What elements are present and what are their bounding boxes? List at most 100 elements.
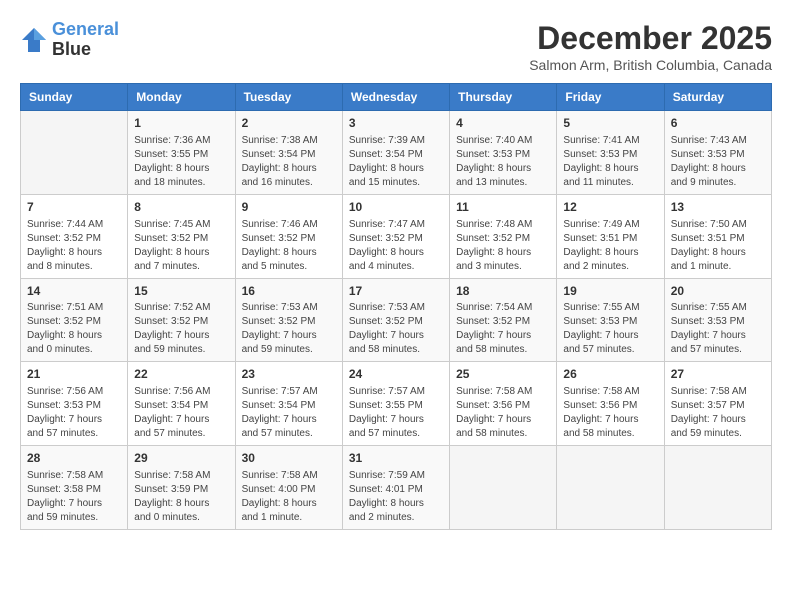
day-number: 31 bbox=[349, 450, 443, 467]
day-info: Sunrise: 7:56 AM Sunset: 3:53 PM Dayligh… bbox=[27, 385, 121, 441]
weekday-header-sunday: Sunday bbox=[21, 84, 128, 111]
calendar-week-5: 28 Sunrise: 7:58 AM Sunset: 3:58 PM Dayli… bbox=[21, 446, 772, 530]
day-info: Sunrise: 7:52 AM Sunset: 3:52 PM Dayligh… bbox=[134, 301, 228, 357]
day-number: 8 bbox=[134, 199, 228, 216]
calendar-cell bbox=[450, 446, 557, 530]
calendar-cell: 24Sunrise: 7:57 AM Sunset: 3:55 PM Dayli… bbox=[342, 362, 449, 446]
day-number: 10 bbox=[349, 199, 443, 216]
calendar-cell: 29 Sunrise: 7:58 AM Sunset: 3:59 PM Dayli… bbox=[128, 446, 235, 530]
day-number: 13 bbox=[671, 199, 765, 216]
day-info: Sunrise: 7:53 AM Sunset: 3:52 PM Dayligh… bbox=[242, 301, 336, 357]
weekday-header-thursday: Thursday bbox=[450, 84, 557, 111]
day-info: Sunrise: 7:46 AM Sunset: 3:52 PM Dayligh… bbox=[242, 218, 336, 274]
day-number: 14 bbox=[27, 283, 121, 300]
calendar-cell bbox=[664, 446, 771, 530]
day-info: Sunrise: 7:56 AM Sunset: 3:54 PM Dayligh… bbox=[134, 385, 228, 441]
weekday-header-row: SundayMondayTuesdayWednesdayThursdayFrid… bbox=[21, 84, 772, 111]
month-title: December 2025 bbox=[529, 20, 772, 57]
day-info: Sunrise: 7:50 AM Sunset: 3:51 PM Dayligh… bbox=[671, 218, 765, 274]
calendar-cell: 2 Sunrise: 7:38 AM Sunset: 3:54 PM Daylig… bbox=[235, 111, 342, 195]
day-info: Sunrise: 7:51 AM Sunset: 3:52 PM Dayligh… bbox=[27, 301, 121, 357]
weekday-header-wednesday: Wednesday bbox=[342, 84, 449, 111]
calendar-cell: 8Sunrise: 7:45 AM Sunset: 3:52 PM Daylig… bbox=[128, 194, 235, 278]
day-info: Sunrise: 7:58 AM Sunset: 3:59 PM Dayligh… bbox=[134, 469, 228, 525]
day-number: 27 bbox=[671, 366, 765, 383]
calendar-cell: 18Sunrise: 7:54 AM Sunset: 3:52 PM Dayli… bbox=[450, 278, 557, 362]
calendar-cell: 4 Sunrise: 7:40 AM Sunset: 3:53 PM Daylig… bbox=[450, 111, 557, 195]
day-info: Sunrise: 7:58 AM Sunset: 3:57 PM Dayligh… bbox=[671, 385, 765, 441]
calendar-week-2: 7Sunrise: 7:44 AM Sunset: 3:52 PM Daylig… bbox=[21, 194, 772, 278]
calendar-cell: 20Sunrise: 7:55 AM Sunset: 3:53 PM Dayli… bbox=[664, 278, 771, 362]
day-number: 18 bbox=[456, 283, 550, 300]
day-info: Sunrise: 7:39 AM Sunset: 3:54 PM Dayligh… bbox=[349, 134, 443, 190]
calendar-week-1: 1 Sunrise: 7:36 AM Sunset: 3:55 PM Daylig… bbox=[21, 111, 772, 195]
day-number: 22 bbox=[134, 366, 228, 383]
page-header: General Blue December 2025 Salmon Arm, B… bbox=[20, 20, 772, 73]
calendar-body: 1 Sunrise: 7:36 AM Sunset: 3:55 PM Daylig… bbox=[21, 111, 772, 530]
day-info: Sunrise: 7:38 AM Sunset: 3:54 PM Dayligh… bbox=[242, 134, 336, 190]
day-number: 30 bbox=[242, 450, 336, 467]
day-info: Sunrise: 7:47 AM Sunset: 3:52 PM Dayligh… bbox=[349, 218, 443, 274]
calendar-week-3: 14Sunrise: 7:51 AM Sunset: 3:52 PM Dayli… bbox=[21, 278, 772, 362]
day-number: 28 bbox=[27, 450, 121, 467]
day-number: 25 bbox=[456, 366, 550, 383]
calendar-cell: 7Sunrise: 7:44 AM Sunset: 3:52 PM Daylig… bbox=[21, 194, 128, 278]
calendar-cell: 3 Sunrise: 7:39 AM Sunset: 3:54 PM Daylig… bbox=[342, 111, 449, 195]
calendar-cell: 14Sunrise: 7:51 AM Sunset: 3:52 PM Dayli… bbox=[21, 278, 128, 362]
day-number: 1 bbox=[134, 115, 228, 132]
day-number: 4 bbox=[456, 115, 550, 132]
day-number: 2 bbox=[242, 115, 336, 132]
day-number: 12 bbox=[563, 199, 657, 216]
day-number: 29 bbox=[134, 450, 228, 467]
calendar-cell: 30 Sunrise: 7:58 AM Sunset: 4:00 PM Dayli… bbox=[235, 446, 342, 530]
day-number: 5 bbox=[563, 115, 657, 132]
calendar-cell: 31Sunrise: 7:59 AM Sunset: 4:01 PM Dayli… bbox=[342, 446, 449, 530]
calendar-table: SundayMondayTuesdayWednesdayThursdayFrid… bbox=[20, 83, 772, 530]
day-info: Sunrise: 7:58 AM Sunset: 4:00 PM Dayligh… bbox=[242, 469, 336, 525]
day-info: Sunrise: 7:57 AM Sunset: 3:54 PM Dayligh… bbox=[242, 385, 336, 441]
title-area: December 2025 Salmon Arm, British Columb… bbox=[529, 20, 772, 73]
day-info: Sunrise: 7:53 AM Sunset: 3:52 PM Dayligh… bbox=[349, 301, 443, 357]
day-info: Sunrise: 7:48 AM Sunset: 3:52 PM Dayligh… bbox=[456, 218, 550, 274]
day-info: Sunrise: 7:44 AM Sunset: 3:52 PM Dayligh… bbox=[27, 218, 121, 274]
calendar-cell: 10 Sunrise: 7:47 AM Sunset: 3:52 PM Dayli… bbox=[342, 194, 449, 278]
calendar-cell: 19Sunrise: 7:55 AM Sunset: 3:53 PM Dayli… bbox=[557, 278, 664, 362]
logo-icon bbox=[20, 26, 48, 54]
logo: General Blue bbox=[20, 20, 119, 60]
calendar-cell: 16Sunrise: 7:53 AM Sunset: 3:52 PM Dayli… bbox=[235, 278, 342, 362]
day-info: Sunrise: 7:55 AM Sunset: 3:53 PM Dayligh… bbox=[563, 301, 657, 357]
day-number: 21 bbox=[27, 366, 121, 383]
day-number: 3 bbox=[349, 115, 443, 132]
weekday-header-monday: Monday bbox=[128, 84, 235, 111]
day-number: 20 bbox=[671, 283, 765, 300]
calendar-week-4: 21 Sunrise: 7:56 AM Sunset: 3:53 PM Dayli… bbox=[21, 362, 772, 446]
day-info: Sunrise: 7:41 AM Sunset: 3:53 PM Dayligh… bbox=[563, 134, 657, 190]
calendar-cell: 27 Sunrise: 7:58 AM Sunset: 3:57 PM Dayli… bbox=[664, 362, 771, 446]
calendar-cell: 9 Sunrise: 7:46 AM Sunset: 3:52 PM Daylig… bbox=[235, 194, 342, 278]
weekday-header-friday: Friday bbox=[557, 84, 664, 111]
calendar-cell: 13 Sunrise: 7:50 AM Sunset: 3:51 PM Dayli… bbox=[664, 194, 771, 278]
calendar-cell: 28 Sunrise: 7:58 AM Sunset: 3:58 PM Dayli… bbox=[21, 446, 128, 530]
calendar-cell: 26Sunrise: 7:58 AM Sunset: 3:56 PM Dayli… bbox=[557, 362, 664, 446]
calendar-cell: 12 Sunrise: 7:49 AM Sunset: 3:51 PM Dayli… bbox=[557, 194, 664, 278]
calendar-cell: 22 Sunrise: 7:56 AM Sunset: 3:54 PM Dayli… bbox=[128, 362, 235, 446]
calendar-cell: 25Sunrise: 7:58 AM Sunset: 3:56 PM Dayli… bbox=[450, 362, 557, 446]
day-info: Sunrise: 7:49 AM Sunset: 3:51 PM Dayligh… bbox=[563, 218, 657, 274]
day-info: Sunrise: 7:54 AM Sunset: 3:52 PM Dayligh… bbox=[456, 301, 550, 357]
day-number: 24 bbox=[349, 366, 443, 383]
day-info: Sunrise: 7:40 AM Sunset: 3:53 PM Dayligh… bbox=[456, 134, 550, 190]
day-info: Sunrise: 7:43 AM Sunset: 3:53 PM Dayligh… bbox=[671, 134, 765, 190]
day-info: Sunrise: 7:58 AM Sunset: 3:58 PM Dayligh… bbox=[27, 469, 121, 525]
day-number: 17 bbox=[349, 283, 443, 300]
day-info: Sunrise: 7:36 AM Sunset: 3:55 PM Dayligh… bbox=[134, 134, 228, 190]
calendar-cell: 11Sunrise: 7:48 AM Sunset: 3:52 PM Dayli… bbox=[450, 194, 557, 278]
calendar-cell: 17Sunrise: 7:53 AM Sunset: 3:52 PM Dayli… bbox=[342, 278, 449, 362]
day-info: Sunrise: 7:58 AM Sunset: 3:56 PM Dayligh… bbox=[563, 385, 657, 441]
day-number: 6 bbox=[671, 115, 765, 132]
day-number: 9 bbox=[242, 199, 336, 216]
location: Salmon Arm, British Columbia, Canada bbox=[529, 57, 772, 73]
calendar-cell bbox=[21, 111, 128, 195]
calendar-cell: 5 Sunrise: 7:41 AM Sunset: 3:53 PM Daylig… bbox=[557, 111, 664, 195]
day-number: 19 bbox=[563, 283, 657, 300]
day-number: 23 bbox=[242, 366, 336, 383]
